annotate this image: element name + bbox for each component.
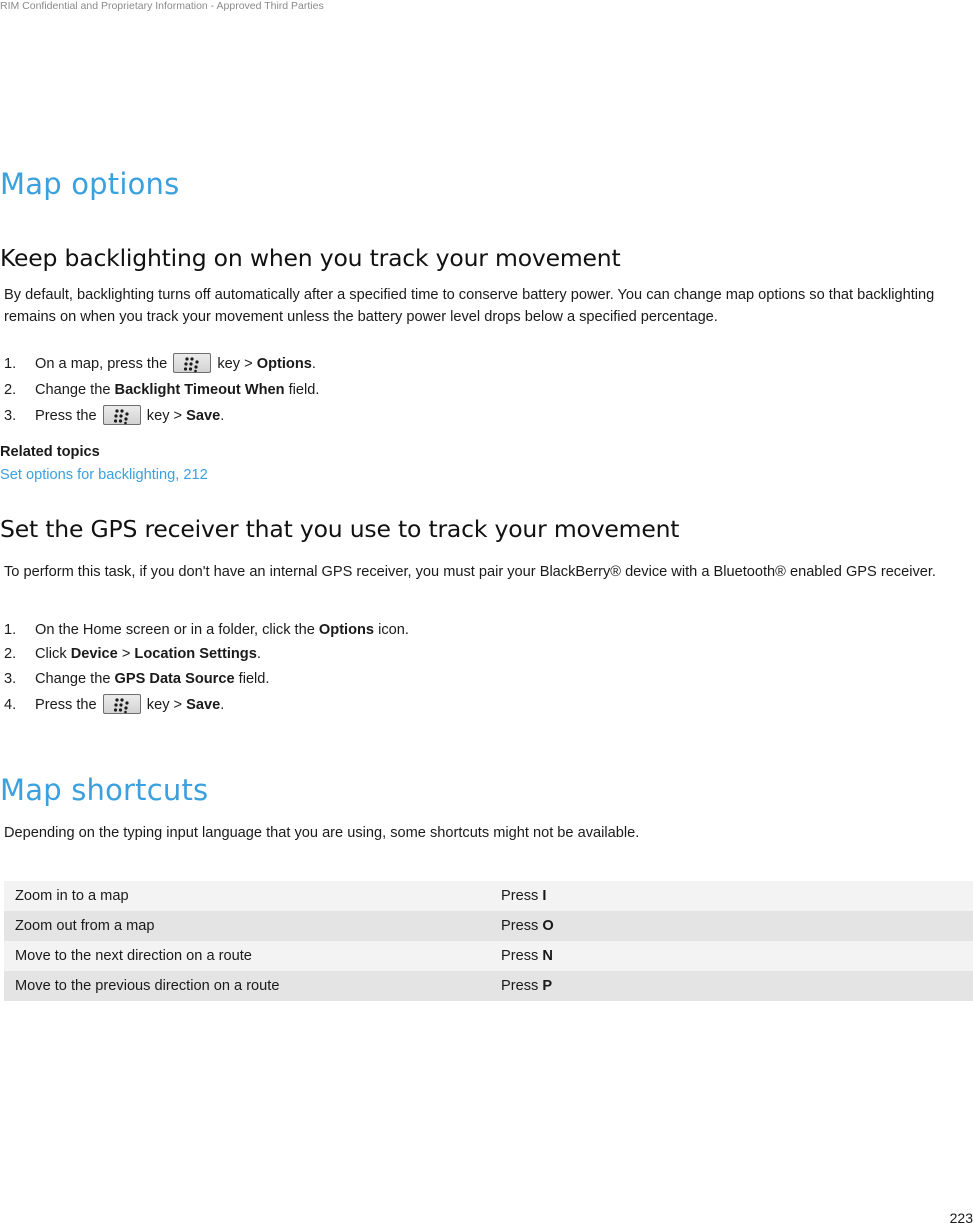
- gps-step-4: 4. Press the key > Save.: [0, 693, 600, 716]
- section-title-map-shortcuts: Map shortcuts: [0, 773, 209, 807]
- step-number: 1.: [4, 356, 17, 372]
- shortcut-action: Move to the next direction on a route: [4, 941, 501, 971]
- blackberry-menu-key-icon: [102, 404, 141, 425]
- confidential-notice: RIM Confidential and Proprietary Informa…: [0, 0, 324, 12]
- shortcut-key-cell: Press P: [501, 971, 973, 1001]
- step-text: icon.: [378, 622, 409, 638]
- shortcut-key: I: [542, 888, 547, 904]
- step-text: Click: [35, 646, 67, 662]
- subsection-title-backlighting: Keep backlighting on when you track your…: [0, 244, 621, 272]
- backlighting-step-1: 1. On a map, press the key > Options.: [0, 352, 600, 375]
- step-text: key >: [217, 356, 253, 372]
- shortcut-prefix: Press: [501, 948, 539, 964]
- shortcut-action: Zoom in to a map: [4, 881, 501, 911]
- backlighting-step-2: 2. Change the Backlight Timeout When fie…: [0, 379, 600, 401]
- gps-receiver-description: To perform this task, if you don't have …: [4, 564, 936, 580]
- table-row: Zoom out from a map Press O: [4, 911, 973, 941]
- step-text: .: [220, 697, 225, 713]
- shortcut-key: O: [542, 918, 554, 934]
- step-text: Press the: [35, 408, 97, 424]
- step-text: field.: [238, 671, 270, 687]
- step-text: On the Home screen or in a folder, click…: [35, 622, 315, 638]
- step-text: key >: [146, 408, 183, 424]
- step-number: 2.: [4, 382, 17, 398]
- gps-step-1: 1. On the Home screen or in a folder, cl…: [0, 619, 600, 641]
- step-bold-text: Backlight Timeout When: [114, 382, 285, 398]
- shortcut-prefix: Press: [501, 918, 539, 934]
- step-text: field.: [288, 382, 320, 398]
- step-text: .: [256, 646, 261, 662]
- step-text: Press the: [35, 697, 97, 713]
- table-row: Move to the next direction on a route Pr…: [4, 941, 973, 971]
- shortcut-key-cell: Press I: [501, 881, 973, 911]
- step-number: 3.: [4, 671, 17, 687]
- shortcut-prefix: Press: [501, 888, 539, 904]
- step-number: 4.: [4, 697, 17, 713]
- step-bold-text: Device: [70, 646, 118, 662]
- shortcut-key-cell: Press N: [501, 941, 973, 971]
- shortcut-key: P: [542, 978, 553, 994]
- table-row: Zoom in to a map Press I: [4, 881, 973, 911]
- step-text: On a map, press the: [35, 356, 168, 372]
- step-bold-text: Location Settings: [134, 646, 257, 662]
- step-text: .: [311, 356, 316, 372]
- map-shortcuts-description: Depending on the typing input language t…: [4, 825, 640, 841]
- step-bold-text: Options: [256, 356, 312, 372]
- table-row: Move to the previous direction on a rout…: [4, 971, 973, 1001]
- step-number: 1.: [4, 622, 17, 638]
- shortcut-action: Move to the previous direction on a rout…: [4, 971, 501, 1001]
- step-bold-text: Save: [186, 408, 221, 424]
- backlighting-description: By default, backlighting turns off autom…: [4, 287, 935, 325]
- gps-step-2: 2. Click Device > Location Settings.: [0, 643, 600, 665]
- step-bold-text: GPS Data Source: [114, 671, 235, 687]
- blackberry-menu-key-icon: [102, 693, 141, 714]
- step-bold-text: Options: [318, 622, 375, 638]
- shortcuts-table: Zoom in to a map Press I Zoom out from a…: [4, 881, 973, 1001]
- step-text: Change the: [35, 382, 111, 398]
- step-text: Change the: [35, 671, 111, 687]
- step-text: key >: [146, 697, 183, 713]
- step-number: 2.: [4, 646, 17, 662]
- step-bold-text: Save: [186, 697, 221, 713]
- page-number: 223: [949, 1210, 973, 1226]
- step-text: >: [121, 646, 131, 662]
- blackberry-menu-key-icon: [173, 352, 212, 373]
- gps-step-3: 3. Change the GPS Data Source field.: [0, 668, 600, 690]
- shortcut-action: Zoom out from a map: [4, 911, 501, 941]
- subsection-title-gps-receiver: Set the GPS receiver that you use to tra…: [0, 515, 680, 543]
- related-topics-title: Related topics: [0, 444, 100, 460]
- related-topic-link[interactable]: Set options for backlighting, 212: [0, 467, 208, 483]
- backlighting-step-3: 3. Press the key > Save.: [0, 404, 600, 427]
- step-number: 3.: [4, 408, 17, 424]
- shortcut-key: N: [542, 948, 553, 964]
- section-title-map-options: Map options: [0, 167, 180, 201]
- step-text: .: [220, 408, 225, 424]
- shortcut-key-cell: Press O: [501, 911, 973, 941]
- shortcut-prefix: Press: [501, 978, 539, 994]
